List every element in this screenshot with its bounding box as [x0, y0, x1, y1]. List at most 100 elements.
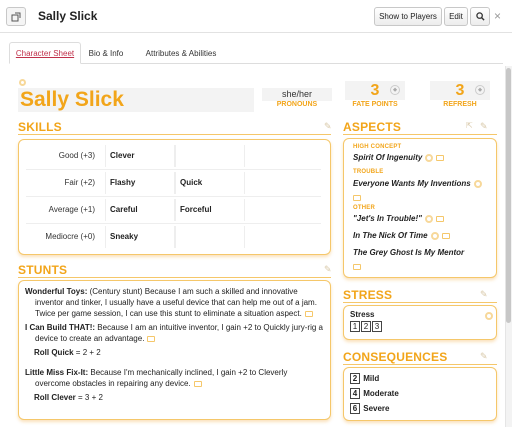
aspects-panel: HIGH CONCEPT Spirit Of Ingenuity TROUBLE…: [343, 138, 497, 278]
other-aspect[interactable]: In The Nick Of Time: [353, 231, 450, 240]
pencil-icon[interactable]: ✎: [480, 289, 488, 300]
high-concept-label: HIGH CONCEPT: [353, 144, 402, 150]
trouble-aspect[interactable]: Everyone Wants My Inventions: [353, 179, 482, 188]
stunt-roll-name: Roll Quick: [34, 348, 74, 357]
stress-divider: [343, 302, 497, 303]
stunt-roll-value: = 3 + 2: [78, 393, 103, 402]
gear-icon[interactable]: [424, 214, 433, 223]
pronouns-value[interactable]: she/her: [262, 88, 332, 101]
skill-cell[interactable]: [175, 145, 245, 167]
skill-row-divider: [26, 223, 321, 224]
fate-points-field[interactable]: 3 ◆: [345, 81, 405, 100]
stunt-item: Wonderful Toys: (Century stunt) Because …: [25, 286, 324, 319]
other-aspect[interactable]: "Jet's In Trouble!": [353, 214, 444, 223]
link-icon[interactable]: [147, 335, 156, 342]
gear-icon[interactable]: [473, 179, 482, 188]
other-label: OTHER: [353, 205, 375, 211]
edit-button[interactable]: Edit: [444, 7, 468, 26]
stunt-roll[interactable]: Roll Clever = 3 + 2: [25, 392, 324, 403]
consequence-row[interactable]: 2 Mild: [350, 373, 490, 388]
link-icon[interactable]: [441, 232, 450, 239]
other-aspect[interactable]: The Grey Ghost Is My Mentor: [353, 248, 464, 257]
fate-points-stepper-icon[interactable]: ◆: [390, 85, 400, 95]
stunt-name: Wonderful Toys:: [25, 287, 88, 296]
skill-cell[interactable]: Careful: [105, 199, 175, 221]
skill-level: Fair (+2): [64, 178, 95, 187]
window-titlebar: Sally Slick Show to Players Edit ×: [0, 0, 512, 33]
high-concept-aspect[interactable]: Spirit Of Ingenuity: [353, 153, 445, 162]
skill-level: Average (+1): [48, 205, 95, 214]
consequence-value: 6: [350, 403, 360, 414]
stunt-name: I Can Build THAT!:: [25, 323, 96, 332]
skill-cell[interactable]: Clever: [105, 145, 175, 167]
stunts-panel: Wonderful Toys: (Century stunt) Because …: [18, 280, 331, 420]
consequence-value: 2: [350, 373, 360, 384]
skill-row: Average (+1) Careful Forceful: [26, 199, 321, 221]
link-icon[interactable]: [193, 380, 202, 387]
link-icon[interactable]: [435, 215, 444, 222]
link-icon[interactable]: [353, 194, 361, 201]
skill-row: Good (+3) Clever: [26, 145, 321, 167]
export-icon[interactable]: ⇱: [466, 121, 473, 130]
stunt-item: Little Miss Fix-It: Because I'm mechanic…: [25, 367, 324, 389]
search-icon: [475, 12, 485, 21]
link-icon[interactable]: [436, 154, 445, 161]
other-aspect-text: The Grey Ghost Is My Mentor: [353, 248, 465, 257]
link-icon[interactable]: [353, 263, 361, 270]
tab-attributes-abilities[interactable]: Attributes & Abilities: [131, 42, 231, 64]
stress-boxes: 123: [350, 321, 490, 332]
stress-box[interactable]: 3: [372, 321, 382, 332]
refresh-stepper-icon[interactable]: ◆: [475, 85, 485, 95]
consequence-label: Severe: [363, 404, 390, 413]
pencil-icon[interactable]: ✎: [480, 351, 488, 362]
pencil-icon[interactable]: ✎: [324, 264, 332, 275]
gear-icon[interactable]: [430, 231, 439, 240]
pencil-icon[interactable]: ✎: [324, 121, 332, 132]
skill-cell[interactable]: Forceful: [175, 199, 245, 221]
skill-row: Fair (+2) Flashy Quick: [26, 172, 321, 194]
stress-box[interactable]: 2: [361, 321, 371, 332]
consequence-row[interactable]: 6 Severe: [350, 403, 490, 418]
skill-cell[interactable]: [175, 226, 245, 248]
character-name[interactable]: Sally Slick: [18, 88, 254, 112]
high-concept-text: Spirit Of Ingenuity: [353, 153, 423, 162]
pencil-icon[interactable]: ✎: [480, 121, 488, 132]
consequence-label: Mild: [363, 374, 380, 383]
skills-divider: [18, 134, 331, 135]
other-aspect-text: In The Nick Of Time: [353, 231, 428, 240]
stunt-roll[interactable]: Roll Quick = 2 + 2: [25, 347, 324, 358]
consequences-divider: [343, 364, 497, 365]
skill-level: Good (+3): [58, 151, 95, 160]
popout-button[interactable]: [6, 7, 26, 26]
stunts-header: STUNTS: [18, 263, 68, 277]
tab-character-sheet[interactable]: Character Sheet: [9, 42, 81, 64]
stunts-divider: [18, 277, 331, 278]
skill-row-divider: [26, 169, 321, 170]
refresh-value: 3: [455, 82, 465, 99]
consequences-panel: 2 Mild 4 Moderate 6 Severe: [343, 367, 497, 421]
gear-icon[interactable]: [485, 312, 493, 320]
show-to-players-button[interactable]: Show to Players: [374, 7, 442, 26]
skill-cell[interactable]: Sneaky: [105, 226, 175, 248]
close-icon[interactable]: ×: [494, 9, 501, 23]
consequences-header: CONSEQUENCES: [343, 350, 448, 364]
consequence-row[interactable]: 4 Moderate: [350, 388, 490, 403]
scrollbar-thumb[interactable]: [506, 68, 511, 323]
refresh-field[interactable]: 3 ◆: [430, 81, 490, 100]
search-button[interactable]: [470, 7, 490, 26]
other-aspect-text: "Jet's In Trouble!": [353, 214, 422, 223]
pronouns-label: PRONOUNS: [276, 101, 318, 108]
skill-cell[interactable]: Flashy: [105, 172, 175, 194]
portrait-gear-icon[interactable]: [19, 79, 26, 86]
tab-bar: Character Sheet Bio & Info Attributes & …: [9, 42, 503, 64]
gear-icon[interactable]: [425, 153, 434, 162]
fate-points-label: FATE POINTS: [352, 101, 398, 108]
tab-bio-info[interactable]: Bio & Info: [83, 42, 129, 64]
link-icon[interactable]: [304, 310, 313, 317]
stress-box[interactable]: 1: [350, 321, 360, 332]
window-title: Sally Slick: [38, 9, 98, 23]
consequence-label: Moderate: [363, 389, 399, 398]
skill-cell[interactable]: Quick: [175, 172, 245, 194]
stress-header: STRESS: [343, 288, 393, 302]
stunt-name: Little Miss Fix-It:: [25, 368, 89, 377]
